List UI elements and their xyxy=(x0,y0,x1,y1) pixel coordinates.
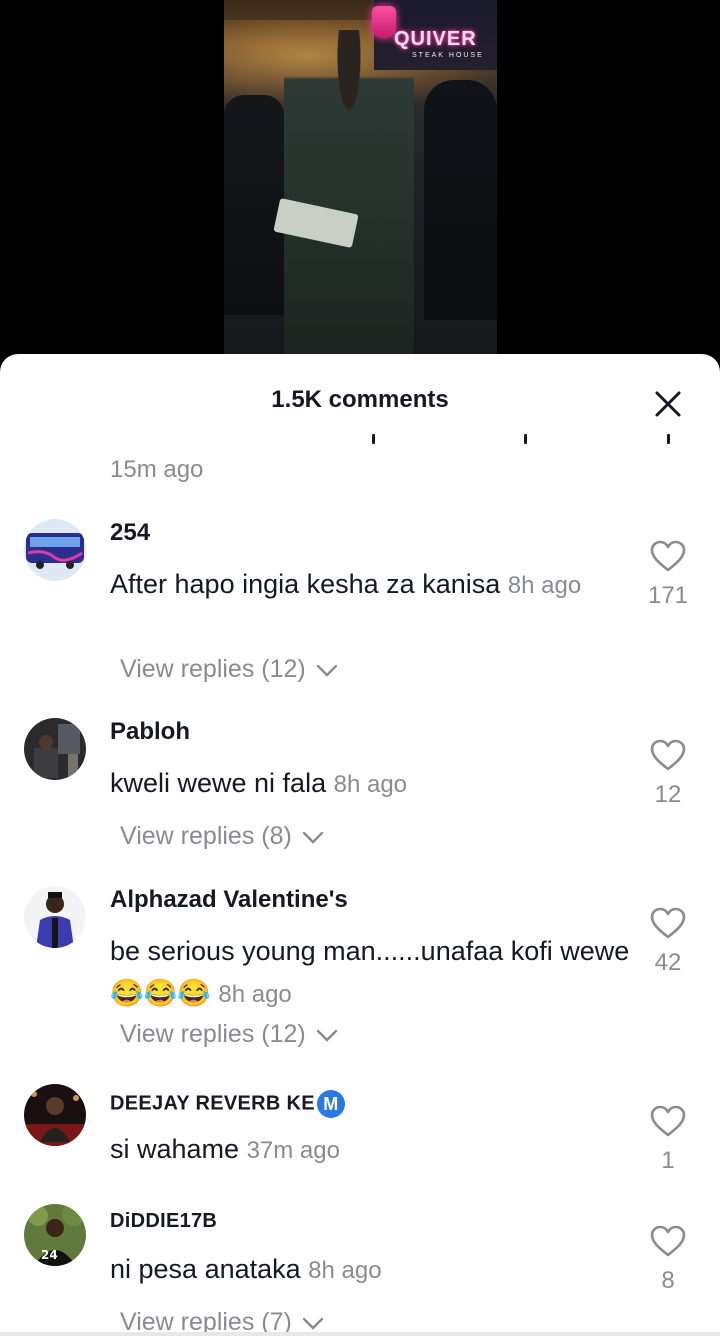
comment-time: 8h ago xyxy=(218,981,292,1008)
heart-outline-icon xyxy=(650,907,686,939)
heart-outline-icon xyxy=(650,1225,686,1257)
scrolled-text-fragment xyxy=(524,434,527,444)
previous-comment-time: 15m ago xyxy=(110,456,204,483)
bottom-divider xyxy=(0,1332,720,1336)
heart-outline-icon xyxy=(650,1105,686,1137)
comment-text: ni pesa anataka 8h ago xyxy=(110,1248,630,1292)
avatar[interactable] xyxy=(24,718,86,780)
like-count: 171 xyxy=(647,582,689,609)
view-replies-label: View replies (12) xyxy=(120,655,306,683)
view-replies-label: View replies (12) xyxy=(120,1020,306,1048)
like-button[interactable]: 42 xyxy=(646,906,690,977)
video-person xyxy=(284,30,414,360)
comment-time: 8h ago xyxy=(308,1257,382,1284)
view-replies-label: View replies (8) xyxy=(120,822,292,850)
comment-text: be serious young man......unafaa kofi we… xyxy=(110,930,630,1016)
comment-text: After hapo ingia kesha za kanisa 8h ago xyxy=(110,563,630,607)
video-sign-subtext: STEAK HOUSE xyxy=(412,52,484,59)
like-button[interactable]: 12 xyxy=(646,738,690,809)
video-player[interactable]: QUIVER STEAK HOUSE xyxy=(224,0,497,360)
svg-text:24: 24 xyxy=(41,1248,58,1262)
like-count: 42 xyxy=(654,949,682,976)
like-button[interactable]: 8 xyxy=(646,1224,690,1295)
view-replies-button[interactable]: View replies (12) xyxy=(120,655,339,684)
comment-body: ni pesa anataka xyxy=(110,1254,301,1284)
comment-text: si wahame 37m ago xyxy=(110,1128,630,1172)
avatar[interactable]: 24 xyxy=(24,1204,86,1266)
view-replies-button[interactable]: View replies (12) xyxy=(120,1020,339,1049)
chevron-down-icon xyxy=(316,1030,337,1043)
close-button[interactable] xyxy=(648,384,688,424)
like-count: 8 xyxy=(661,1267,675,1294)
avatar[interactable] xyxy=(24,1084,86,1146)
comments-count-title: 1.5K comments xyxy=(271,386,449,413)
heart-outline-icon xyxy=(650,540,686,572)
chevron-down-icon xyxy=(302,832,323,845)
scrolled-text-fragment xyxy=(372,434,375,444)
verified-badge-icon: M xyxy=(316,1090,345,1118)
comment-time: 37m ago xyxy=(246,1137,340,1164)
comment-body: be serious young man......unafaa kofi we… xyxy=(110,936,630,1008)
chevron-down-icon xyxy=(302,1318,323,1331)
comment-body: After hapo ingia kesha za kanisa xyxy=(110,569,501,599)
close-icon xyxy=(655,391,681,417)
comment-body: kweli wewe ni fala xyxy=(110,768,327,798)
like-button[interactable]: 171 xyxy=(646,539,690,610)
comment-username[interactable]: Pabloh xyxy=(110,718,190,746)
view-replies-button[interactable]: View replies (8) xyxy=(120,822,325,851)
comment-username[interactable]: DiDDIE17B xyxy=(110,1210,217,1233)
comment-time: 8h ago xyxy=(333,771,408,798)
comments-sheet: 1.5K comments 15m ago 254 After hapo ing… xyxy=(0,354,720,1336)
username-text: DEEJAY REVERB KE xyxy=(110,1092,315,1115)
heart-outline-icon xyxy=(650,739,686,771)
comment-username[interactable]: DEEJAY REVERB KE M xyxy=(110,1090,345,1118)
scrolled-text-fragment xyxy=(667,434,670,444)
like-button[interactable]: 1 xyxy=(646,1104,690,1175)
comment-body: si wahame xyxy=(110,1134,240,1164)
like-count: 1 xyxy=(661,1147,675,1174)
comment-text: kweli wewe ni fala 8h ago xyxy=(110,762,630,806)
like-count: 12 xyxy=(654,781,682,808)
comment-username[interactable]: 254 xyxy=(110,519,150,547)
avatar[interactable] xyxy=(24,886,86,948)
comment-time: 8h ago xyxy=(507,572,582,599)
comment-username[interactable]: Alphazad Valentine's xyxy=(110,886,348,914)
chevron-down-icon xyxy=(316,665,337,678)
video-crowd-right xyxy=(424,80,497,320)
video-crowd-left xyxy=(224,95,284,315)
avatar[interactable] xyxy=(24,519,86,581)
